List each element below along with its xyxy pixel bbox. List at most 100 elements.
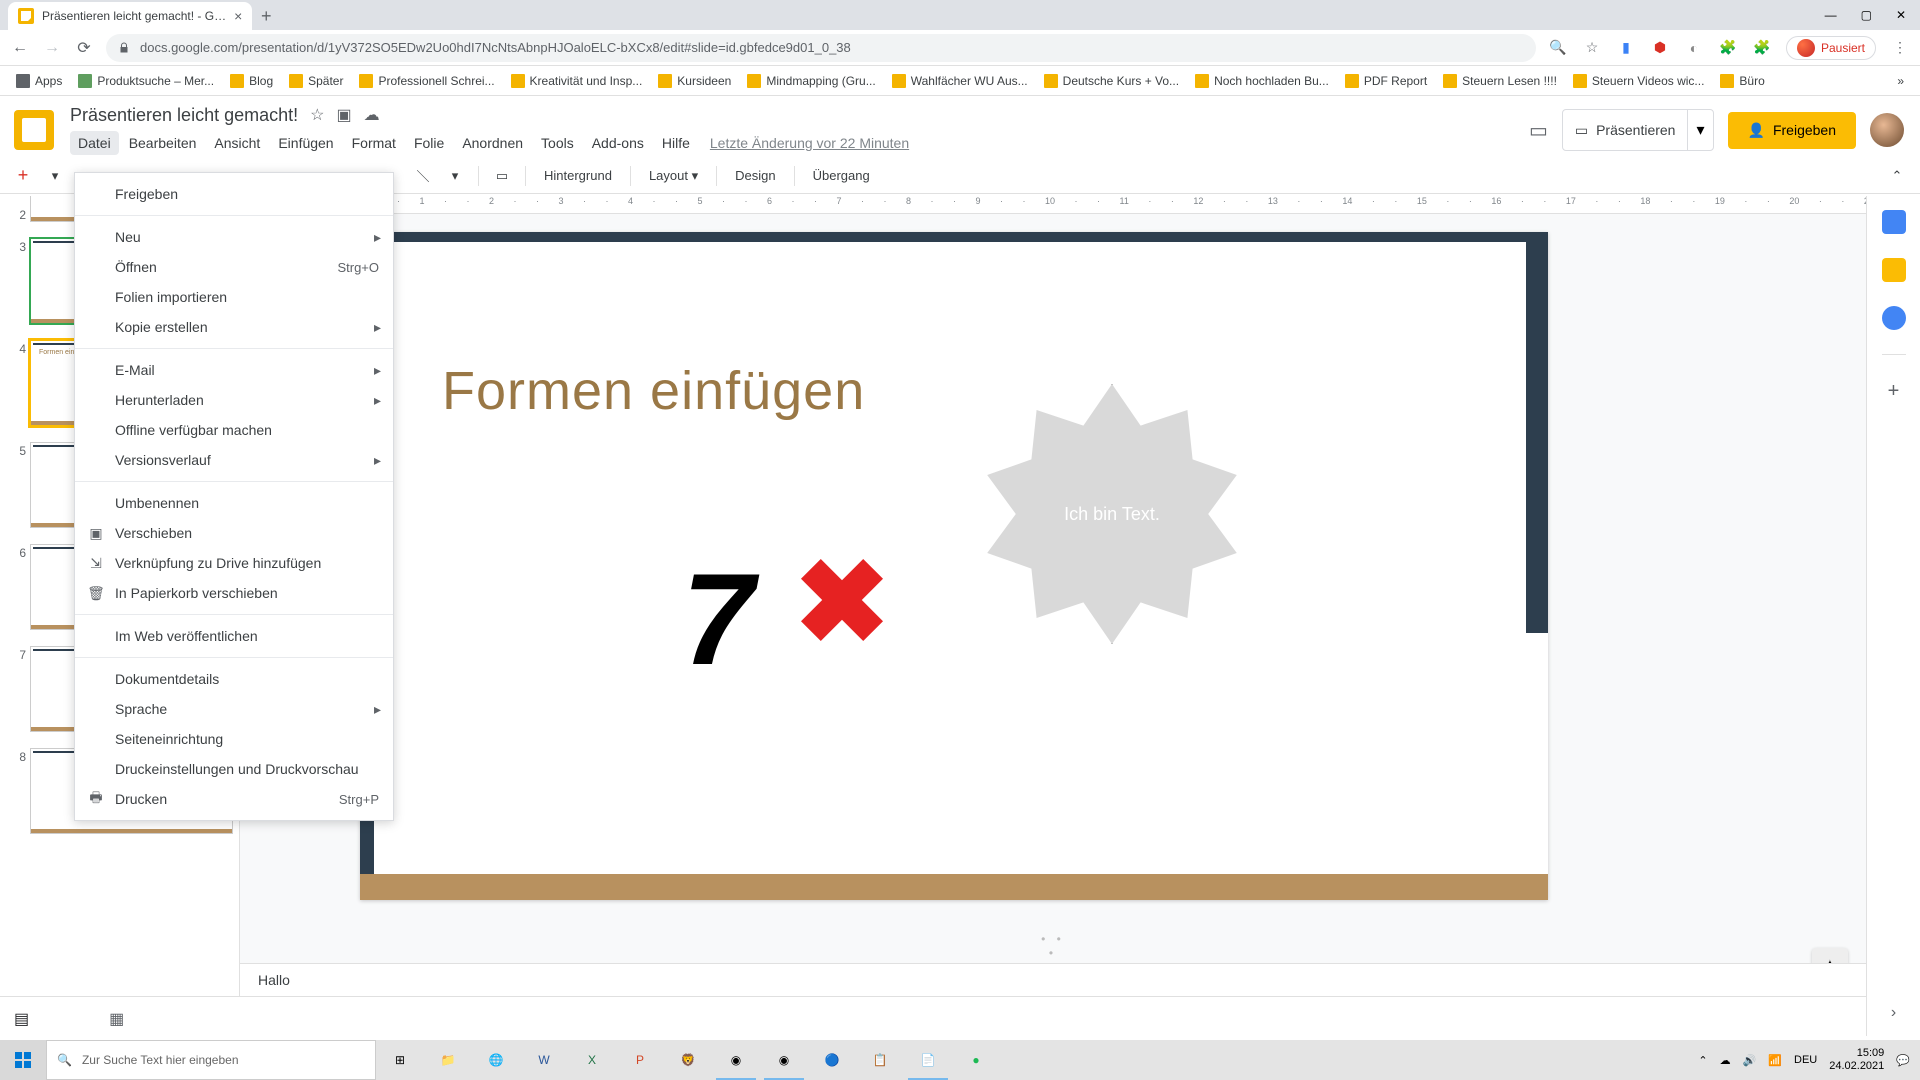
star-bookmark-icon[interactable]: ☆ bbox=[1582, 38, 1602, 58]
menu-tools[interactable]: Tools bbox=[533, 131, 582, 155]
bm-item[interactable]: Kreativität und Insp... bbox=[505, 71, 649, 91]
menu-einfuegen[interactable]: Einfügen bbox=[270, 131, 341, 155]
dd-oeffnen[interactable]: ÖffnenStrg+O bbox=[75, 252, 393, 282]
menu-addons[interactable]: Add-ons bbox=[584, 131, 652, 155]
spotify-icon[interactable]: ● bbox=[952, 1040, 1000, 1080]
browser-tab[interactable]: Präsentieren leicht gemacht! - G… × bbox=[8, 2, 252, 30]
bm-item[interactable]: Später bbox=[283, 71, 349, 91]
notifications-icon[interactable]: 💬 bbox=[1896, 1054, 1910, 1067]
dd-version[interactable]: Versionsverlauf▸ bbox=[75, 445, 393, 475]
dd-freigeben[interactable]: Freigeben bbox=[75, 179, 393, 209]
tray-expand-icon[interactable]: ⌃ bbox=[1698, 1054, 1707, 1067]
brave-icon[interactable]: 🦁 bbox=[664, 1040, 712, 1080]
filmstrip-view-icon[interactable]: ▤ bbox=[14, 1009, 29, 1029]
extensions-menu-icon[interactable]: 🧩 bbox=[1752, 38, 1772, 58]
dd-verschieben[interactable]: ▣Verschieben bbox=[75, 518, 393, 548]
shape-number-seven[interactable]: 7 bbox=[682, 544, 754, 694]
bm-item[interactable]: PDF Report bbox=[1339, 71, 1433, 91]
menu-format[interactable]: Format bbox=[344, 131, 404, 155]
extension-4-icon[interactable]: 🧩 bbox=[1718, 38, 1738, 58]
bm-item[interactable]: Steuern Videos wic... bbox=[1567, 71, 1711, 91]
bm-item[interactable]: Steuern Lesen !!!! bbox=[1437, 71, 1563, 91]
bm-apps[interactable]: Apps bbox=[10, 71, 68, 91]
theme-button[interactable]: Design bbox=[727, 168, 783, 183]
speaker-notes[interactable]: Hallo bbox=[258, 972, 290, 988]
share-button[interactable]: 👤 Freigeben bbox=[1728, 112, 1856, 149]
bm-item[interactable]: Professionell Schrei... bbox=[353, 71, 500, 91]
profile-paused-button[interactable]: Pausiert bbox=[1786, 36, 1876, 60]
cloud-saved-icon[interactable]: ☁ bbox=[364, 105, 380, 125]
tasks-icon[interactable] bbox=[1882, 306, 1906, 330]
resize-handle-icon[interactable]: • • • bbox=[1038, 932, 1068, 960]
transition-button[interactable]: Übergang bbox=[805, 168, 878, 183]
dd-drucken[interactable]: 🖶DruckenStrg+P bbox=[75, 784, 393, 814]
grid-view-icon[interactable]: ▦ bbox=[109, 1009, 124, 1029]
dd-seite[interactable]: Seiteneinrichtung bbox=[75, 724, 393, 754]
bm-item[interactable]: Wahlfächer WU Aus... bbox=[886, 71, 1034, 91]
layout-button[interactable]: Layout ▾ bbox=[641, 168, 706, 184]
dd-sprache[interactable]: Sprache▸ bbox=[75, 694, 393, 724]
clock[interactable]: 15:09 24.02.2021 bbox=[1829, 1047, 1884, 1073]
bm-item[interactable]: Kursideen bbox=[652, 71, 737, 91]
edge2-icon[interactable]: 🔵 bbox=[808, 1040, 856, 1080]
new-slide-button[interactable]: + bbox=[10, 163, 36, 189]
start-button[interactable] bbox=[0, 1040, 46, 1080]
new-slide-dropdown[interactable]: ▾ bbox=[42, 163, 68, 189]
extension-3-icon[interactable]: ◐ bbox=[1684, 38, 1704, 58]
bm-item[interactable]: Mindmapping (Gru... bbox=[741, 71, 881, 91]
wifi-icon[interactable]: 📶 bbox=[1768, 1054, 1782, 1067]
account-avatar[interactable] bbox=[1870, 113, 1904, 147]
tab-close-icon[interactable]: × bbox=[234, 8, 242, 24]
menu-ansicht[interactable]: Ansicht bbox=[206, 131, 268, 155]
document-title[interactable]: Präsentieren leicht gemacht! bbox=[70, 105, 298, 126]
dd-papierkorb[interactable]: 🗑In Papierkorb verschieben bbox=[75, 578, 393, 608]
menu-datei[interactable]: Datei bbox=[70, 131, 119, 155]
move-document-icon[interactable]: ▣ bbox=[336, 105, 351, 125]
dd-druckvor[interactable]: Druckeinstellungen und Druckvorschau bbox=[75, 754, 393, 784]
slides-logo-icon[interactable] bbox=[14, 110, 54, 150]
dd-web[interactable]: Im Web veröffentlichen bbox=[75, 621, 393, 651]
present-dropdown-button[interactable]: ▾ bbox=[1687, 110, 1712, 150]
window-maximize-icon[interactable]: ▢ bbox=[1861, 8, 1872, 22]
slide-canvas[interactable]: Formen einfügen 7 Ich bin Text. bbox=[360, 232, 1548, 900]
keep-icon[interactable] bbox=[1882, 258, 1906, 282]
shape-star[interactable]: Ich bin Text. bbox=[982, 384, 1242, 644]
hide-sidepanel-icon[interactable]: › bbox=[1891, 1004, 1896, 1022]
dd-verknuepfung[interactable]: ⇲Verknüpfung zu Drive hinzufügen bbox=[75, 548, 393, 578]
comment-icon[interactable]: ▭ bbox=[489, 163, 515, 189]
task-view-icon[interactable]: ⊞ bbox=[376, 1040, 424, 1080]
powerpoint-icon[interactable]: P bbox=[616, 1040, 664, 1080]
background-button[interactable]: Hintergrund bbox=[536, 168, 620, 183]
volume-icon[interactable]: 🔊 bbox=[1743, 1054, 1757, 1067]
notepad-icon[interactable]: 📄 bbox=[904, 1040, 952, 1080]
reload-button[interactable]: ⟳ bbox=[74, 38, 94, 58]
new-tab-button[interactable]: + bbox=[252, 2, 280, 30]
dd-neu[interactable]: Neu▸ bbox=[75, 222, 393, 252]
line-dropdown[interactable]: ▾ bbox=[442, 163, 468, 189]
star-document-icon[interactable]: ☆ bbox=[310, 105, 324, 125]
onedrive-icon[interactable]: ☁ bbox=[1720, 1054, 1731, 1067]
word-icon[interactable]: W bbox=[520, 1040, 568, 1080]
bm-item[interactable]: Produktsuche – Mer... bbox=[72, 71, 220, 91]
edge-icon[interactable]: 🌐 bbox=[472, 1040, 520, 1080]
dd-details[interactable]: Dokumentdetails bbox=[75, 664, 393, 694]
menu-bearbeiten[interactable]: Bearbeiten bbox=[121, 131, 205, 155]
calendar-icon[interactable] bbox=[1882, 210, 1906, 234]
zoom-icon[interactable]: 🔍 bbox=[1548, 38, 1568, 58]
back-button[interactable]: ← bbox=[10, 38, 30, 58]
app-icon[interactable]: 📋 bbox=[856, 1040, 904, 1080]
last-edit-link[interactable]: Letzte Änderung vor 22 Minuten bbox=[710, 135, 909, 151]
bm-item[interactable]: Noch hochladen Bu... bbox=[1189, 71, 1335, 91]
dd-email[interactable]: E-Mail▸ bbox=[75, 355, 393, 385]
dd-kopie[interactable]: Kopie erstellen▸ bbox=[75, 312, 393, 342]
language-indicator[interactable]: DEU bbox=[1794, 1054, 1817, 1066]
bm-item[interactable]: Büro bbox=[1714, 71, 1770, 91]
shape-red-cross[interactable] bbox=[798, 556, 886, 644]
menu-anordnen[interactable]: Anordnen bbox=[454, 131, 531, 155]
bm-overflow[interactable]: » bbox=[1891, 71, 1910, 91]
menu-hilfe[interactable]: Hilfe bbox=[654, 131, 698, 155]
explorer-icon[interactable]: 📁 bbox=[424, 1040, 472, 1080]
extension-1-icon[interactable]: ▮ bbox=[1616, 38, 1636, 58]
bm-item[interactable]: Blog bbox=[224, 71, 279, 91]
chrome-icon[interactable]: ◉ bbox=[760, 1040, 808, 1080]
